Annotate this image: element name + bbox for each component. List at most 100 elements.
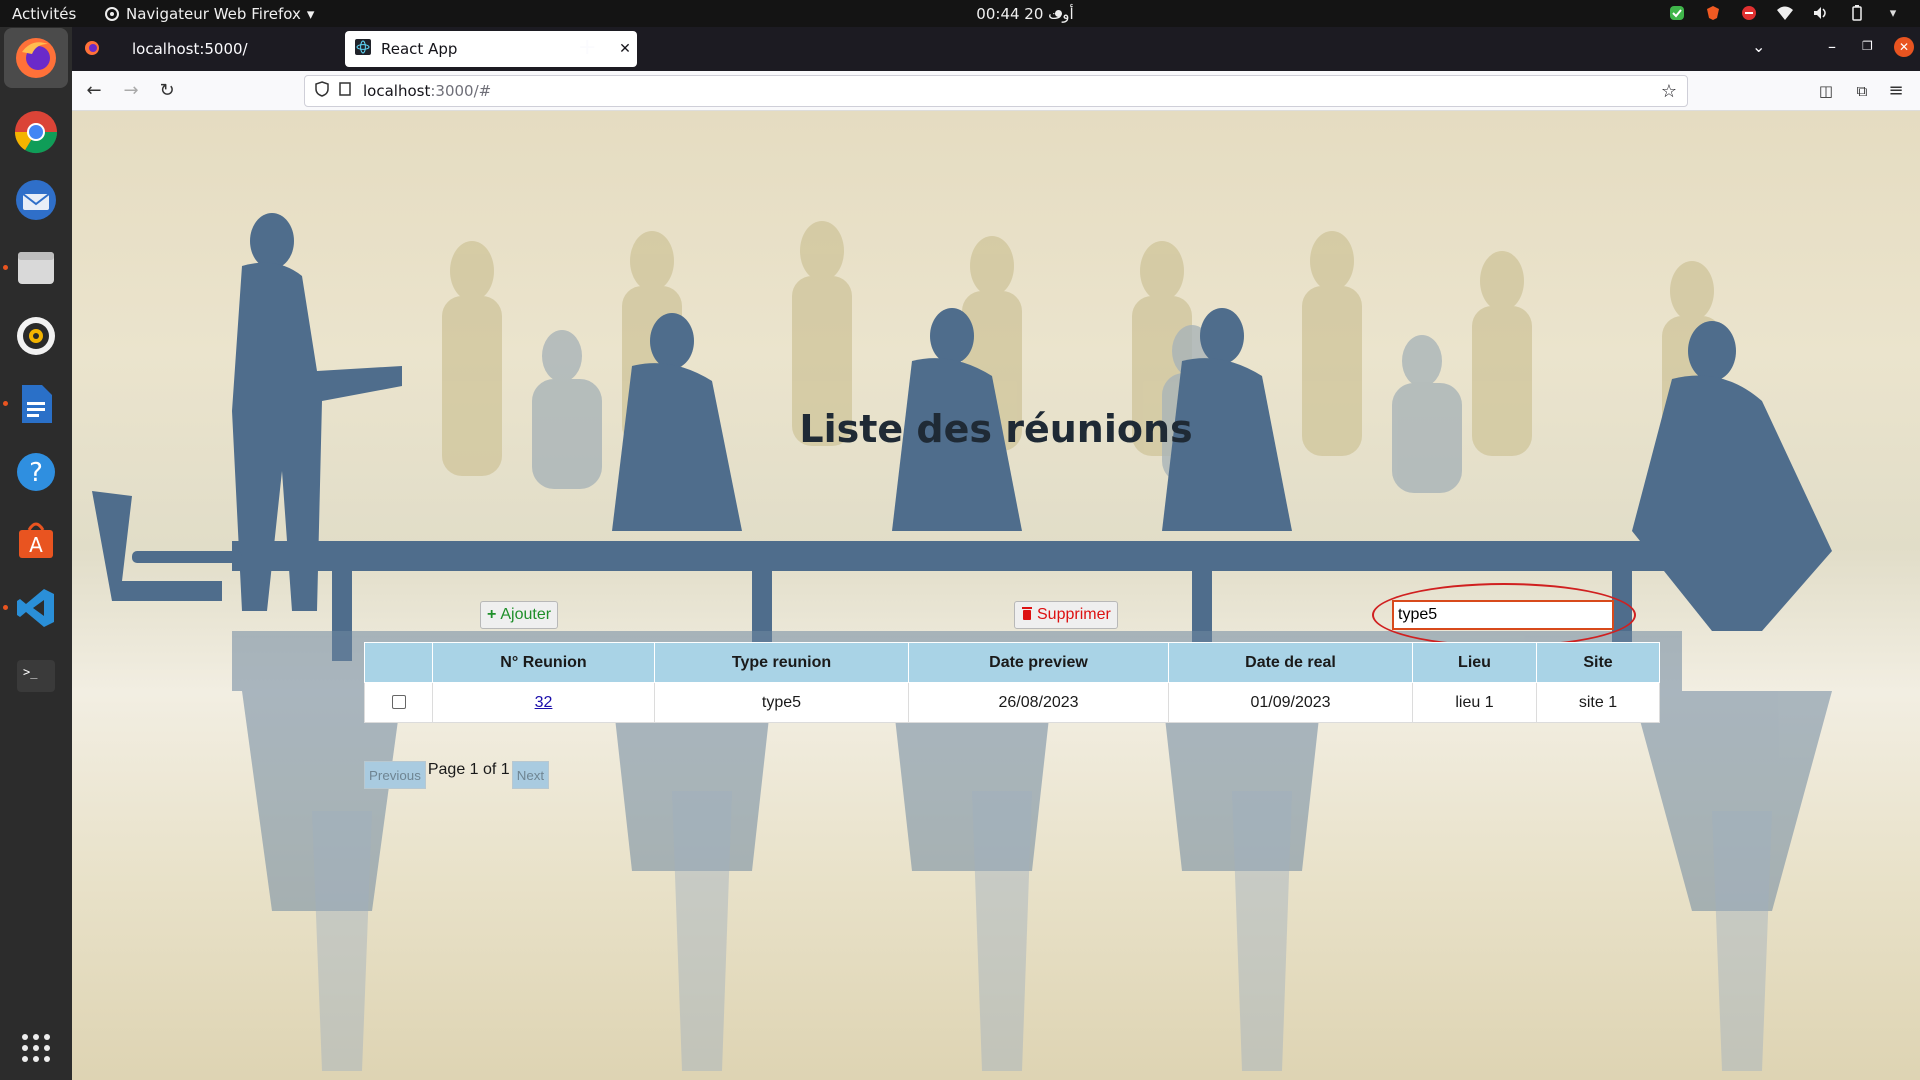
next-page-button[interactable]: Next: [511, 761, 550, 789]
app-menu[interactable]: Navigateur Web Firefox ▾: [104, 5, 314, 23]
bookmark-star-icon[interactable]: ☆: [1661, 81, 1677, 102]
ubuntu-dock: ? A >_: [0, 27, 72, 1080]
trash-icon: [1021, 606, 1033, 625]
meeting-background-image: [92, 213, 1832, 1071]
tracking-shield-icon[interactable]: [315, 81, 329, 101]
table-header-row: N° Reunion Type reunion Date preview Dat…: [364, 642, 1660, 683]
lieu-cell: lieu 1: [1412, 682, 1537, 723]
volume-icon[interactable]: [1812, 4, 1830, 22]
delete-button[interactable]: Supprimer: [1014, 601, 1118, 629]
activities-button[interactable]: Activités: [12, 5, 76, 23]
row-checkbox[interactable]: [391, 695, 406, 710]
software-store-icon: A: [19, 522, 53, 558]
column-header[interactable]: Lieu: [1412, 642, 1537, 683]
system-top-bar: Activités Navigateur Web Firefox ▾ 00:44…: [0, 0, 1920, 27]
dock-files[interactable]: [3, 243, 61, 293]
firefox-icon: [16, 38, 56, 78]
running-indicator: [3, 401, 8, 406]
table-row: 32 type5 26/08/2023 01/09/2023 lieu 1 si…: [364, 682, 1660, 723]
page-info-icon[interactable]: [339, 82, 351, 100]
dock-libreoffice-writer[interactable]: [3, 379, 61, 429]
meetings-table: N° Reunion Type reunion Date preview Dat…: [364, 642, 1660, 723]
dock-chrome[interactable]: [11, 107, 61, 157]
help-icon: ?: [17, 453, 55, 491]
previous-page-button[interactable]: Previous: [364, 761, 426, 789]
hamburger-menu-icon[interactable]: ≡: [1884, 79, 1908, 103]
svg-text:>_: >_: [23, 665, 38, 679]
dock-thunderbird[interactable]: [11, 175, 61, 225]
search-input[interactable]: [1392, 600, 1614, 630]
pagination: Previous Page 1 of 1 Next: [364, 761, 550, 789]
shield-check-icon[interactable]: [1668, 4, 1686, 22]
running-indicator: [3, 265, 8, 270]
new-tab-plus-icon[interactable]: +: [578, 35, 596, 60]
column-header[interactable]: Date de real: [1168, 642, 1413, 683]
rhythmbox-icon: [17, 317, 55, 355]
power-menu-chevron-icon[interactable]: ▾: [1884, 4, 1902, 22]
column-header[interactable]: Date preview: [908, 642, 1169, 683]
do-not-disturb-icon[interactable]: [1740, 4, 1758, 22]
tab-title: localhost:5000/: [132, 40, 248, 58]
column-header[interactable]: Type reunion: [654, 642, 909, 683]
writer-icon: [22, 385, 52, 423]
dock-software[interactable]: A: [11, 515, 61, 565]
forward-arrow-icon[interactable]: →: [119, 79, 143, 103]
url-host: localhost: [363, 82, 431, 100]
dock-vscode[interactable]: [3, 583, 61, 633]
files-icon: [18, 252, 54, 284]
delete-button-label: Supprimer: [1037, 606, 1111, 623]
reload-icon[interactable]: ↻: [155, 79, 179, 103]
list-all-tabs-chevron-icon[interactable]: ⌄: [1752, 37, 1765, 56]
chrome-icon: [14, 111, 58, 154]
url-bar[interactable]: localhost:3000/# ☆: [304, 75, 1688, 107]
battery-icon[interactable]: [1848, 4, 1866, 22]
clock[interactable]: 00:44 20 أوت: [950, 5, 1100, 23]
column-header[interactable]: Site: [1536, 642, 1660, 683]
firefox-window: localhost:5000/ ✕ React App ✕ + ⌄ – ❐ ✕ …: [72, 27, 1920, 1080]
back-arrow-icon[interactable]: ←: [82, 79, 106, 103]
window-close-icon[interactable]: ✕: [1894, 37, 1914, 57]
firefox-app-icon: [105, 7, 119, 21]
vscode-icon: [17, 589, 54, 627]
page-title: Liste des réunions: [799, 407, 1193, 451]
wifi-icon[interactable]: [1776, 4, 1794, 22]
meeting-number-cell: 32: [432, 682, 655, 723]
site-cell: site 1: [1536, 682, 1660, 723]
notification-dot-icon: [1055, 10, 1062, 17]
url-path: :3000/#: [430, 82, 492, 100]
system-tray[interactable]: ▾: [1668, 4, 1902, 22]
dock-firefox[interactable]: [4, 28, 68, 88]
date-preview-cell: 26/08/2023: [908, 682, 1169, 723]
terminal-icon: >_: [17, 660, 55, 692]
date-real-cell: 01/09/2023: [1168, 682, 1413, 723]
thunderbird-icon: [16, 180, 56, 220]
meeting-number-link[interactable]: 32: [535, 694, 553, 711]
column-header[interactable]: N° Reunion: [432, 642, 655, 683]
dock-terminal[interactable]: >_: [11, 651, 61, 701]
page-viewport: Liste des réunions + Ajouter Supprimer N…: [72, 111, 1920, 1080]
svg-text:A: A: [29, 533, 43, 557]
dock-help[interactable]: ?: [11, 447, 61, 497]
pocket-icon[interactable]: ◫: [1814, 79, 1838, 103]
chevron-down-icon: ▾: [306, 5, 315, 23]
tab-strip: localhost:5000/ ✕ React App ✕ + ⌄ – ❐ ✕: [72, 27, 1920, 71]
app-menu-label: Navigateur Web Firefox: [126, 5, 301, 23]
close-tab-icon[interactable]: ✕: [613, 41, 637, 57]
app-grid-icon: [22, 1034, 50, 1062]
navigation-toolbar: ← → ↻ localhost:3000/# ☆ ◫ ⧉ ≡: [72, 71, 1920, 111]
dock-rhythmbox[interactable]: [11, 311, 61, 361]
minimize-icon[interactable]: –: [1828, 37, 1836, 56]
select-column-header: [364, 642, 433, 683]
row-select-cell: [364, 682, 433, 723]
running-indicator: [3, 605, 8, 610]
meeting-type-cell: type5: [654, 682, 909, 723]
extensions-puzzle-icon[interactable]: ⧉: [1850, 79, 1874, 103]
svg-text:?: ?: [29, 458, 43, 488]
react-favicon-icon: [355, 39, 371, 59]
brave-icon[interactable]: [1704, 4, 1722, 22]
firefox-view-icon[interactable]: [84, 40, 100, 60]
restore-icon[interactable]: ❐: [1862, 39, 1873, 53]
show-applications-button[interactable]: [11, 1023, 61, 1073]
add-button[interactable]: + Ajouter: [480, 601, 559, 629]
page-info: Page 1 of 1: [427, 761, 510, 778]
